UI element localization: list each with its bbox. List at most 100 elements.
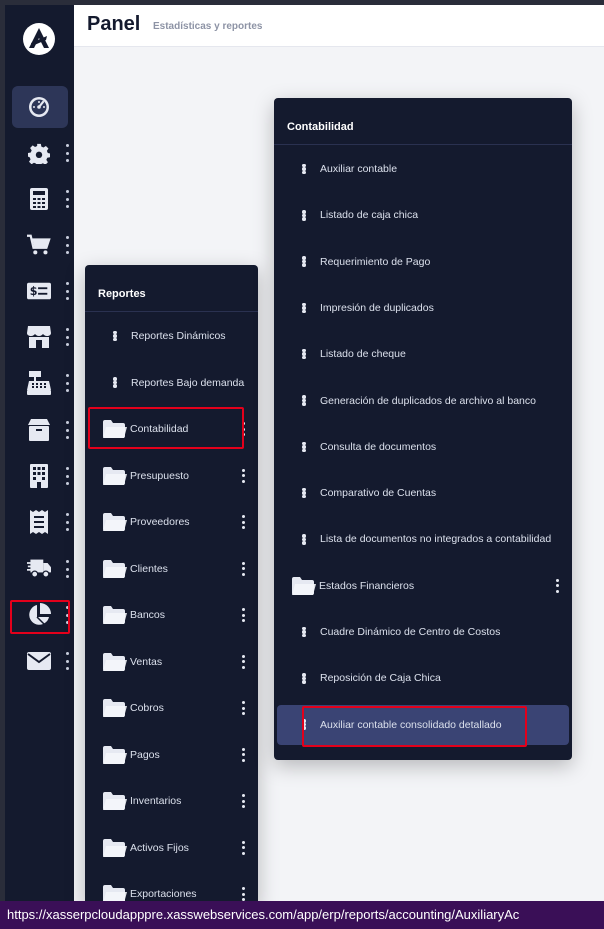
sidebar: $ (5, 5, 74, 929)
panel-divider (274, 144, 572, 145)
sidebar-item-company[interactable] (12, 455, 69, 497)
sidebar-item-settings[interactable] (12, 132, 69, 174)
more-options-icon[interactable] (241, 422, 245, 436)
menu-item[interactable]: Cobros (85, 688, 258, 728)
sidebar-item-calculator[interactable] (12, 178, 69, 220)
sidebar-item-shipping[interactable] (12, 548, 69, 590)
menu-item[interactable]: Contabilidad (85, 409, 258, 449)
kebab-icon (302, 160, 306, 178)
kebab-icon (302, 345, 306, 363)
sidebar-item-inventory[interactable] (12, 409, 69, 451)
menu-item-label: Contabilidad (130, 423, 189, 435)
kebab-icon (302, 253, 306, 271)
menu-item[interactable]: Reportes Bajo demanda (85, 363, 258, 403)
menu-item[interactable]: Bancos (85, 595, 258, 635)
menu-item[interactable]: Proveedores (85, 502, 258, 542)
menu-item[interactable]: Activos Fijos (85, 828, 258, 868)
sidebar-more-icon[interactable] (65, 374, 69, 392)
folder-icon (103, 838, 127, 857)
more-options-icon[interactable] (241, 887, 245, 901)
truck-icon (27, 557, 51, 581)
more-options-icon[interactable] (241, 654, 245, 669)
menu-item[interactable]: Requerimiento de Pago (274, 242, 572, 282)
panel-divider (85, 311, 258, 312)
sidebar-more-icon[interactable] (65, 190, 69, 208)
folder-icon (103, 466, 127, 485)
sidebar-item-cart[interactable] (12, 224, 69, 266)
more-options-icon[interactable] (241, 608, 245, 622)
page-subtitle: Estadísticas y reportes (153, 21, 263, 32)
sidebar-more-icon[interactable] (65, 328, 69, 346)
menu-item[interactable]: Pagos (85, 735, 258, 775)
menu-item[interactable]: Cuadre Dinámico de Centro de Costos (274, 612, 572, 652)
sidebar-more-icon[interactable] (65, 467, 69, 485)
svg-text:$: $ (30, 285, 38, 298)
menu-item[interactable]: Impresión de duplicados (274, 288, 572, 328)
kebab-icon (302, 623, 306, 641)
menu-item[interactable]: Reposición de Caja Chica (274, 658, 572, 698)
sidebar-more-icon[interactable] (65, 513, 69, 531)
menu-item-label: Activos Fijos (130, 841, 189, 854)
kebab-icon (302, 530, 306, 548)
more-options-icon[interactable] (241, 561, 245, 576)
more-options-icon[interactable] (241, 515, 245, 529)
folder-icon (103, 559, 127, 578)
menu-item[interactable]: Estados Financieros (274, 566, 572, 606)
menu-item[interactable]: Generación de duplicados de archivo al b… (274, 381, 572, 421)
sidebar-item-reports[interactable] (12, 594, 69, 636)
contabilidad-panel-title: Contabilidad (287, 121, 354, 133)
menu-item[interactable]: Clientes (85, 549, 258, 589)
menu-item[interactable]: Listado de cheque (274, 334, 572, 374)
sidebar-more-icon[interactable] (65, 282, 69, 300)
menu-item[interactable]: Lista de documentos no integrados a cont… (274, 519, 572, 559)
menu-item-label: Generación de duplicados de archivo al b… (320, 394, 536, 407)
sidebar-item-pos[interactable] (12, 362, 69, 404)
folder-icon (103, 699, 127, 717)
folder-icon (103, 420, 127, 438)
menu-item[interactable]: Inventarios (85, 781, 258, 821)
sidebar-item-messages[interactable] (12, 640, 69, 682)
sidebar-more-icon[interactable] (65, 144, 69, 162)
menu-item[interactable]: Ventas (85, 642, 258, 682)
menu-item-label: Ventas (130, 655, 163, 668)
app-logo-icon (23, 23, 55, 55)
more-options-icon[interactable] (241, 468, 245, 483)
more-options-icon[interactable] (241, 747, 245, 762)
sidebar-item-receipts[interactable] (12, 501, 69, 543)
menu-item-label: Inventarios (130, 795, 182, 807)
sidebar-more-icon[interactable] (65, 560, 69, 578)
menu-item[interactable]: Auxiliar contable (274, 149, 572, 189)
envelope-icon (27, 649, 51, 673)
kebab-icon (302, 392, 306, 410)
kebab-icon (302, 299, 306, 317)
menu-item-label: Bancos (130, 609, 166, 621)
more-options-icon[interactable] (555, 578, 559, 593)
menu-item-label: Listado de cheque (320, 348, 406, 361)
folder-icon (292, 576, 316, 595)
sidebar-more-icon[interactable] (65, 421, 69, 439)
kebab-icon (302, 484, 306, 502)
store-icon (27, 325, 51, 349)
contabilidad-menu-panel: Contabilidad Auxiliar contable Listado de… (274, 98, 572, 760)
dashboard-gauge-icon (27, 95, 51, 119)
folder-icon (103, 745, 127, 764)
menu-item[interactable]: Auxiliar contable consolidado detallado (277, 704, 569, 745)
more-options-icon[interactable] (241, 701, 245, 715)
sidebar-item-store[interactable] (12, 316, 69, 358)
menu-item[interactable]: Reportes Dinámicos (85, 316, 258, 356)
sidebar-item-billing[interactable]: $ (12, 270, 69, 312)
sidebar-more-icon[interactable] (65, 606, 69, 624)
menu-item[interactable]: Comparativo de Cuentas (274, 473, 572, 513)
sidebar-more-icon[interactable] (65, 236, 69, 254)
receipt-icon (27, 510, 51, 534)
menu-item-label: Estados Financieros (319, 579, 415, 592)
menu-item[interactable]: Listado de caja chica (274, 195, 572, 235)
sidebar-item-dashboard[interactable] (12, 86, 68, 128)
more-options-icon[interactable] (241, 840, 245, 855)
more-options-icon[interactable] (241, 794, 245, 808)
sidebar-more-icon[interactable] (65, 652, 69, 670)
menu-item[interactable]: Consulta de documentos (274, 427, 572, 467)
box-icon (27, 418, 51, 442)
menu-item[interactable]: Presupuesto (85, 456, 258, 496)
status-bar-url: https://xasserpcloudapppre.xasswebservic… (0, 901, 604, 929)
